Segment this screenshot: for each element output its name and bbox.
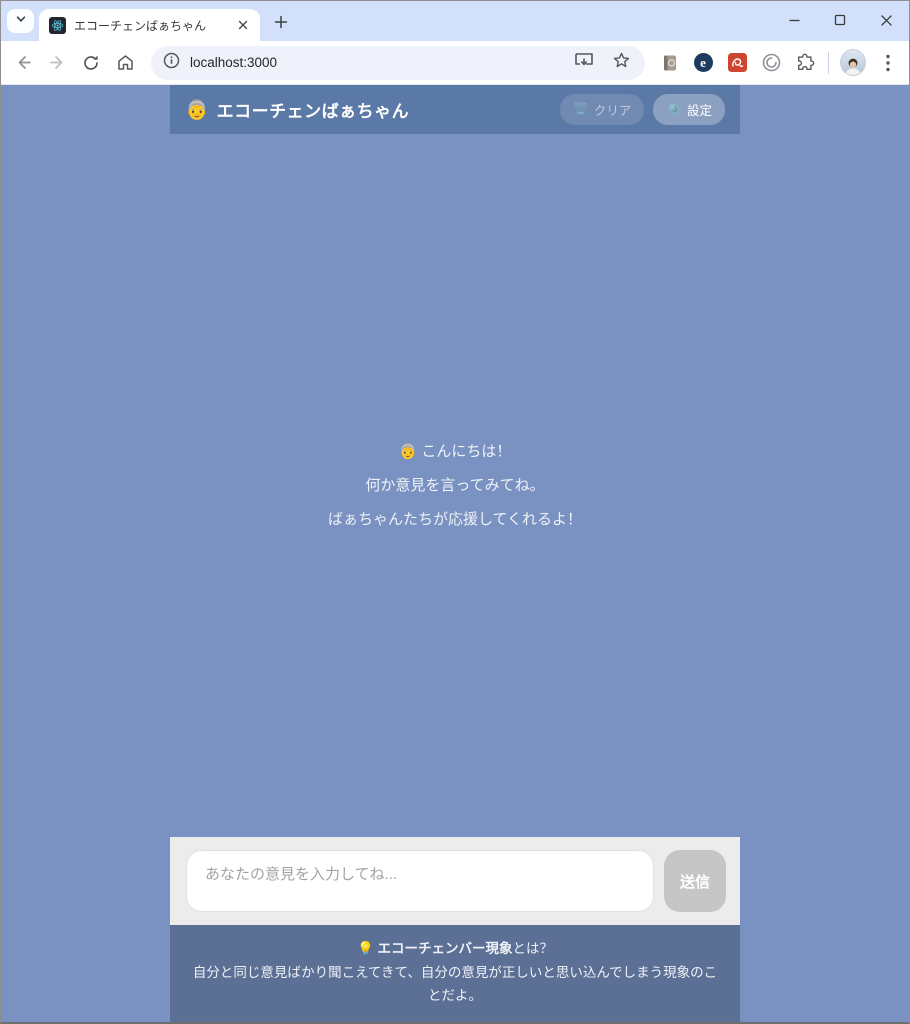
red-extension-icon[interactable]: [727, 53, 747, 73]
new-tab-button[interactable]: [267, 8, 294, 35]
back-button[interactable]: [9, 49, 37, 77]
welcome-line-prompt: 何か意見を言ってみてね。: [365, 478, 544, 493]
lightbulb-icon: 💡: [357, 941, 374, 956]
chevron-down-icon: [15, 12, 27, 30]
forward-button[interactable]: [43, 49, 71, 77]
toolbar-separator: [828, 52, 829, 74]
extension-icons: e: [659, 53, 815, 73]
close-window-button[interactable]: [863, 1, 909, 39]
grandma-emoji-icon: 👵: [185, 98, 209, 122]
circle-extension-icon[interactable]: [761, 53, 781, 73]
welcome-line-greeting: 👵 こんにちは！: [399, 444, 512, 459]
tab-close-icon[interactable]: [234, 16, 252, 34]
settings-button[interactable]: ⚙️ 設定: [653, 94, 725, 125]
e-circle-extension-icon[interactable]: e: [693, 53, 713, 73]
address-bar[interactable]: localhost:3000: [151, 46, 645, 80]
refresh-button[interactable]: [77, 49, 105, 77]
settings-button-label: 設定: [687, 100, 712, 119]
trash-icon: 🗑️: [573, 102, 589, 117]
footer-title: 💡 エコーチェンバー現象とは？: [192, 937, 718, 957]
install-app-icon[interactable]: [574, 51, 594, 74]
react-favicon-icon: [49, 17, 66, 34]
app-title: エコーチェンばぁちゃん: [217, 97, 410, 122]
window-controls: [771, 1, 909, 41]
bookmark-star-icon[interactable]: [612, 51, 631, 75]
clear-button-label: クリア: [594, 100, 632, 119]
app-header: 👵 エコーチェンばぁちゃん 🗑️ クリア ⚙️ 設定: [170, 85, 740, 134]
header-buttons: 🗑️ クリア ⚙️ 設定: [560, 94, 725, 125]
browser-tab[interactable]: エコーチェンばぁちゃん: [39, 9, 260, 41]
gear-icon: ⚙️: [666, 102, 682, 117]
site-info-icon[interactable]: [163, 52, 180, 74]
browser-menu-button[interactable]: [878, 54, 899, 72]
send-button[interactable]: 送信: [664, 850, 726, 912]
app-container: 👵 エコーチェンばぁちゃん 🗑️ クリア ⚙️ 設定 👵 こんにちは！ 何か意見…: [170, 85, 740, 1022]
browser-titlebar: エコーチェンばぁちゃん: [1, 1, 909, 41]
tab-search-button[interactable]: [7, 9, 34, 33]
page-background: 👵 エコーチェンばぁちゃん 🗑️ クリア ⚙️ 設定 👵 こんにちは！ 何か意見…: [1, 85, 909, 1022]
footer-description: 自分と同じ意見ばかり聞こえてきて、自分の意見が正しいと思い込んでしまう現象のこと…: [192, 962, 718, 1008]
notebook-extension-icon[interactable]: [659, 53, 679, 73]
opinion-input[interactable]: [186, 850, 654, 912]
profile-avatar[interactable]: [840, 49, 866, 76]
url-text[interactable]: localhost:3000: [190, 55, 574, 70]
browser-window: エコーチェンばぁちゃん: [0, 0, 910, 1024]
message-input-bar: 送信: [170, 837, 740, 925]
home-button[interactable]: [111, 49, 139, 77]
extensions-puzzle-icon[interactable]: [795, 53, 815, 73]
welcome-line-support: ばぁちゃんたちが応援してくれるよ！: [328, 512, 582, 527]
footer-term-suffix: とは？: [513, 941, 554, 956]
omnibox-action-icons: [574, 51, 631, 75]
e-badge: e: [694, 53, 713, 72]
clear-button[interactable]: 🗑️ クリア: [560, 94, 644, 125]
tab-title: エコーチェンばぁちゃん: [74, 17, 226, 34]
browser-toolbar: localhost:3000: [1, 41, 909, 85]
info-footer: 💡 エコーチェンバー現象とは？ 自分と同じ意見ばかり聞こえてきて、自分の意見が正…: [170, 925, 740, 1022]
minimize-button[interactable]: [771, 1, 817, 39]
maximize-button[interactable]: [817, 1, 863, 39]
chat-area: 👵 こんにちは！ 何か意見を言ってみてね。 ばぁちゃんたちが応援してくれるよ！: [170, 134, 740, 837]
footer-term: エコーチェンバー現象: [378, 941, 513, 956]
